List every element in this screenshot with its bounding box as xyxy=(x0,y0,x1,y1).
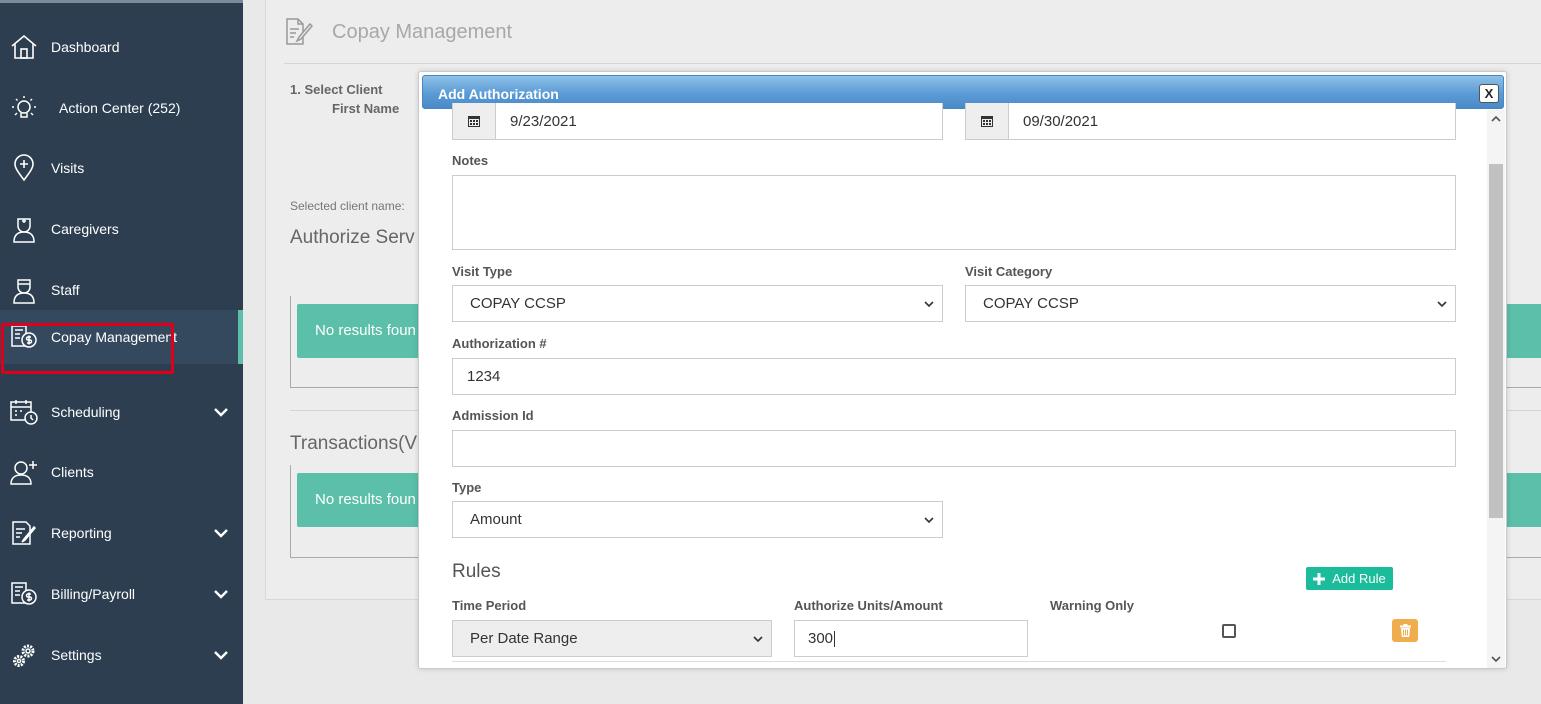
chevron-down-icon[interactable] xyxy=(213,525,229,541)
highlight-box xyxy=(1,323,174,374)
authorize-units-input[interactable]: 300 xyxy=(794,620,1028,657)
transactions-title: Transactions(V xyxy=(290,433,418,454)
warning-only-label: Warning Only xyxy=(1050,598,1135,613)
add-user-icon xyxy=(9,457,39,487)
start-date-input[interactable]: 9/23/2021 xyxy=(495,103,943,140)
selected-client-label: Selected client name: xyxy=(290,199,405,213)
lightbulb-icon xyxy=(9,93,39,123)
admission-id-label: Admission Id xyxy=(452,408,534,423)
rule-divider xyxy=(452,661,1446,662)
chevron-down-icon[interactable] xyxy=(1490,653,1502,665)
authorization-number-input[interactable]: 1234 xyxy=(452,358,1456,395)
calendar-icon xyxy=(468,116,480,127)
visit-category-select[interactable]: COPAY CCSP xyxy=(965,285,1456,322)
sidebar-item-caregivers[interactable]: Caregivers xyxy=(0,202,243,256)
gears-icon xyxy=(9,640,39,670)
visit-category-value: COPAY CCSP xyxy=(983,295,1079,312)
sidebar-item-staff[interactable]: Staff xyxy=(0,263,243,317)
sidebar-item-label: Visits xyxy=(51,160,85,176)
authorize-services-title: Authorize Serv xyxy=(290,227,415,248)
add-authorization-modal: Add Authorization X 9/23/2021 09/30/2021… xyxy=(418,71,1507,669)
sidebar-item-label: Caregivers xyxy=(51,221,119,237)
end-date-calendar-button[interactable] xyxy=(965,103,1009,140)
close-button[interactable]: X xyxy=(1479,84,1499,103)
sidebar-item-scheduling[interactable]: Scheduling xyxy=(0,385,243,439)
modal-scrollbar[interactable] xyxy=(1487,110,1505,668)
header-divider xyxy=(284,63,1541,64)
rules-title: Rules xyxy=(452,561,501,582)
sidebar-item-label: Billing/Payroll xyxy=(51,586,136,602)
sidebar-item-label: Reporting xyxy=(51,525,112,541)
staff-icon xyxy=(9,275,39,305)
time-period-value: Per Date Range xyxy=(470,630,578,647)
report-edit-icon xyxy=(9,518,39,548)
map-pin-plus-icon xyxy=(9,153,39,183)
document-edit-icon xyxy=(284,14,314,51)
sidebar-item-label: Settings xyxy=(51,647,102,663)
chevron-down-icon[interactable] xyxy=(213,586,229,602)
chevron-down-icon xyxy=(924,301,934,308)
type-select[interactable]: Amount xyxy=(452,501,943,538)
notes-label: Notes xyxy=(452,153,489,168)
calendar-clock-icon xyxy=(9,397,39,427)
admission-id-input[interactable] xyxy=(452,430,1456,467)
visit-category-label: Visit Category xyxy=(965,264,1053,279)
authorize-units-value: 300 xyxy=(808,630,834,647)
type-label: Type xyxy=(452,480,482,495)
time-period-label: Time Period xyxy=(452,598,527,613)
authorization-number-label: Authorization # xyxy=(452,336,547,351)
chevron-down-icon[interactable] xyxy=(213,647,229,663)
sidebar-item-label: Clients xyxy=(51,464,94,480)
sidebar-item-visits[interactable]: Visits xyxy=(0,141,243,195)
first-name-label: First Name xyxy=(332,101,400,116)
end-date-input[interactable]: 09/30/2021 xyxy=(1008,103,1456,140)
visit-type-select[interactable]: COPAY CCSP xyxy=(452,285,943,322)
chevron-down-icon xyxy=(753,636,763,643)
chevron-down-icon xyxy=(1437,301,1447,308)
add-rule-button[interactable]: Add Rule xyxy=(1306,567,1393,590)
sidebar-item-settings[interactable]: Settings xyxy=(0,628,243,682)
sidebar: Dashboard Action Center (252) Visits Car… xyxy=(0,0,243,704)
billing-icon xyxy=(9,579,39,609)
calendar-icon xyxy=(981,116,993,127)
notes-textarea[interactable] xyxy=(452,175,1456,250)
start-date-calendar-button[interactable] xyxy=(452,103,496,140)
delete-rule-button[interactable] xyxy=(1392,619,1418,642)
sidebar-item-label: Scheduling xyxy=(51,404,121,420)
plus-icon xyxy=(1313,572,1326,585)
chevron-up-icon[interactable] xyxy=(1490,113,1502,125)
sidebar-item-action-center[interactable]: Action Center (252) xyxy=(0,81,243,135)
visit-type-value: COPAY CCSP xyxy=(470,295,566,312)
chevron-down-icon[interactable] xyxy=(213,404,229,420)
sidebar-item-label: Action Center (252) xyxy=(59,100,181,116)
add-rule-label: Add Rule xyxy=(1332,571,1386,586)
sidebar-item-dashboard[interactable]: Dashboard xyxy=(0,20,243,74)
select-client-label: 1. Select Client xyxy=(290,82,383,97)
page-title: Copay Management xyxy=(332,21,513,43)
sidebar-item-label: Dashboard xyxy=(51,39,120,55)
trash-icon xyxy=(1399,624,1411,637)
sidebar-item-clients[interactable]: Clients xyxy=(0,445,243,499)
sidebar-item-billing-payroll[interactable]: Billing/Payroll xyxy=(0,567,243,621)
sidebar-item-reporting[interactable]: Reporting xyxy=(0,506,243,560)
nurse-icon xyxy=(9,214,39,244)
page-header: Copay Management xyxy=(284,14,512,51)
time-period-select[interactable]: Per Date Range xyxy=(452,620,772,657)
type-value: Amount xyxy=(470,511,522,528)
modal-title: Add Authorization xyxy=(438,86,559,102)
scrollbar-thumb[interactable] xyxy=(1489,164,1503,518)
warning-only-checkbox[interactable] xyxy=(1222,624,1236,638)
sidebar-item-label: Staff xyxy=(51,282,80,298)
chevron-down-icon xyxy=(924,517,934,524)
home-icon xyxy=(9,32,39,62)
visit-type-label: Visit Type xyxy=(452,264,513,279)
text-cursor xyxy=(834,630,836,647)
authorize-units-label: Authorize Units/Amount xyxy=(794,598,943,613)
